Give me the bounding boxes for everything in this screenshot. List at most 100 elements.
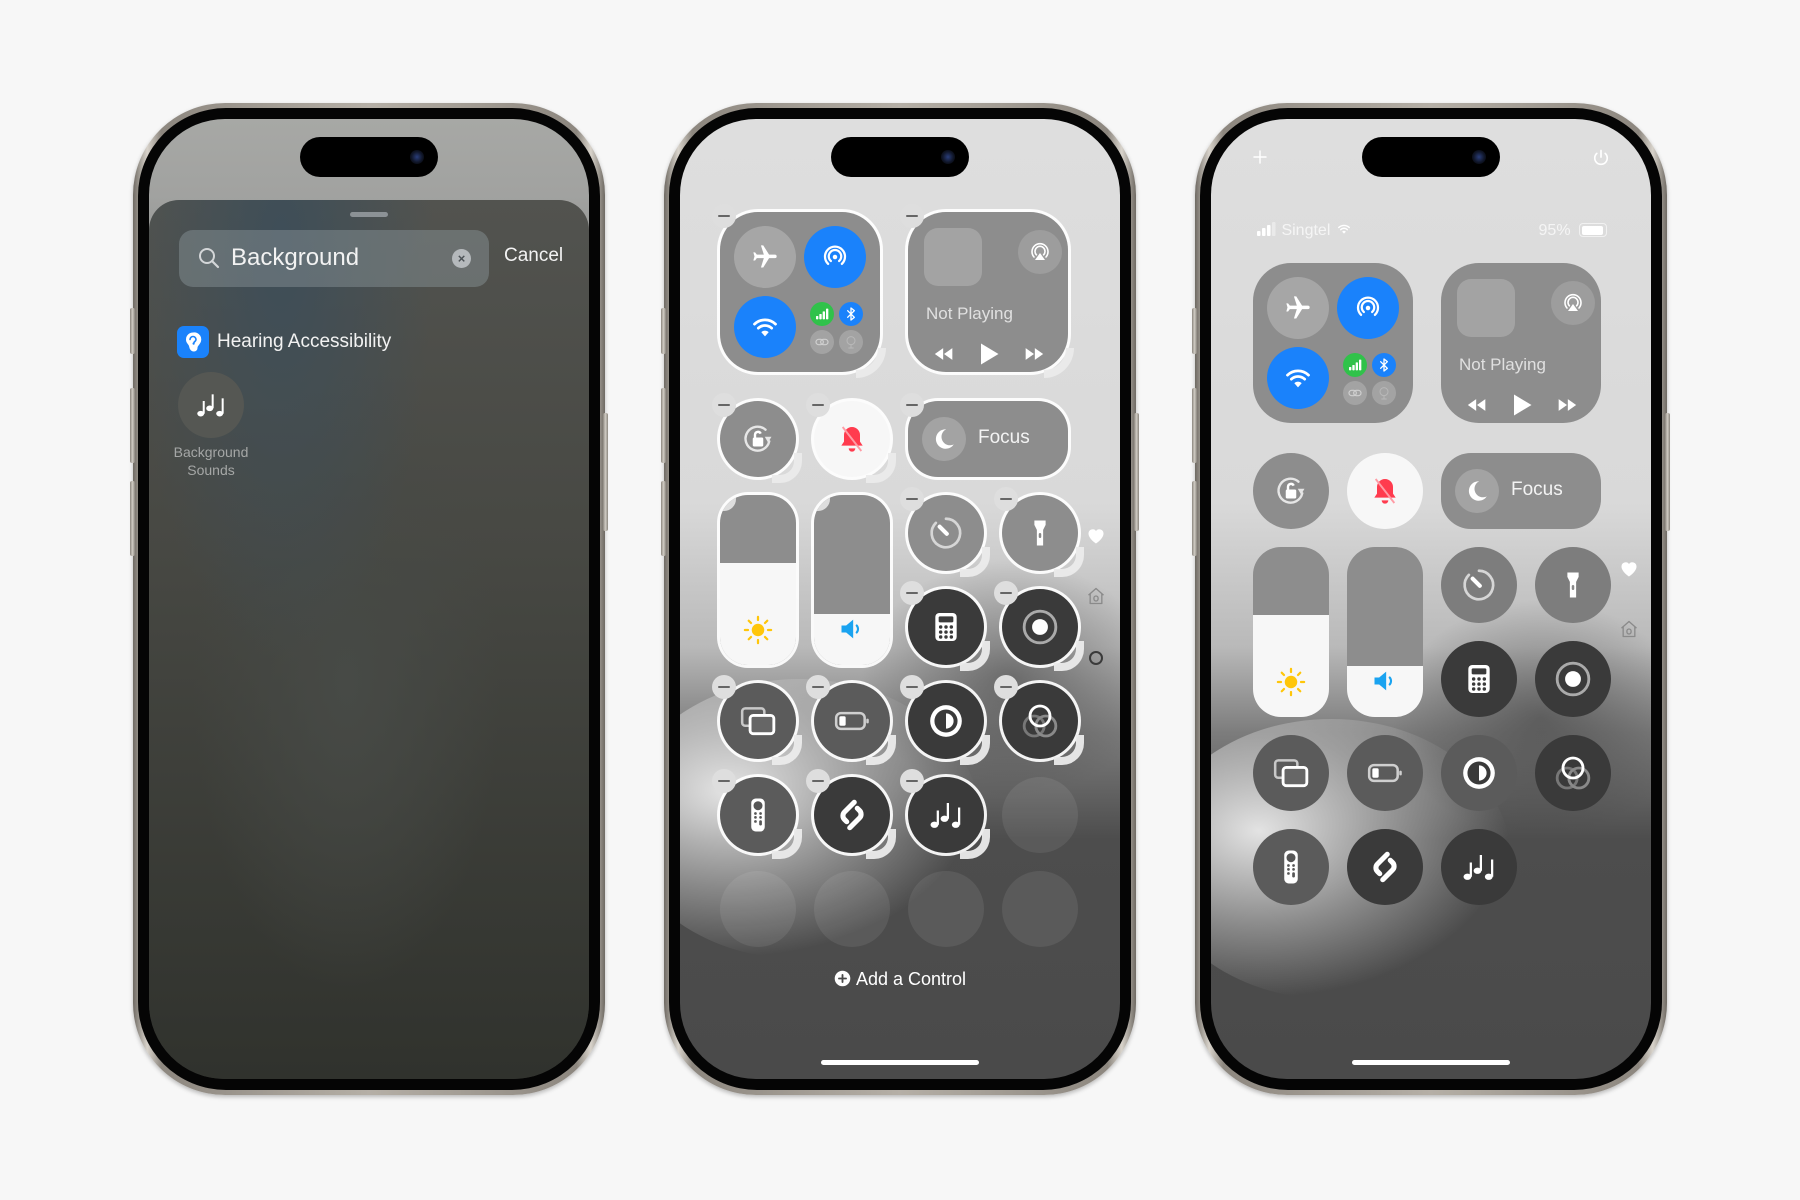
- home-icon[interactable]: [1086, 586, 1106, 606]
- control-color-filters[interactable]: [994, 675, 1084, 765]
- cellular-toggle[interactable]: [810, 302, 834, 326]
- control-dark-mode[interactable]: [1441, 735, 1517, 811]
- remove-control-button[interactable]: [900, 393, 924, 417]
- control-calculator[interactable]: [900, 581, 990, 671]
- resize-handle[interactable]: [960, 829, 990, 859]
- control-orientation-lock[interactable]: [1253, 453, 1329, 529]
- home-icon[interactable]: [1619, 619, 1639, 639]
- rewind-icon[interactable]: [930, 344, 958, 364]
- control-silent-mode[interactable]: [806, 393, 896, 483]
- airplane-mode-toggle[interactable]: [1267, 277, 1329, 339]
- control-shazam[interactable]: [806, 769, 896, 859]
- remove-control-button[interactable]: [994, 675, 1018, 699]
- control-background-sounds[interactable]: [900, 769, 990, 859]
- control-color-filters[interactable]: [1535, 735, 1611, 811]
- control-flashlight[interactable]: [1535, 547, 1611, 623]
- wifi-toggle[interactable]: [734, 296, 796, 358]
- page-dot-icon[interactable]: [1089, 651, 1103, 665]
- remove-control-button[interactable]: [900, 581, 924, 605]
- remove-control-button[interactable]: [900, 487, 924, 511]
- cancel-button[interactable]: Cancel: [504, 245, 563, 267]
- empty-slot[interactable]: [814, 871, 890, 947]
- airdrop-toggle[interactable]: [1337, 277, 1399, 339]
- control-focus[interactable]: Focus: [1441, 453, 1601, 529]
- control-flashlight[interactable]: [994, 487, 1084, 577]
- resize-handle[interactable]: [772, 453, 802, 483]
- remove-control-button[interactable]: [994, 487, 1018, 511]
- remove-control-button[interactable]: [712, 393, 736, 417]
- dynamic-island: [300, 137, 438, 177]
- control-result-background-sounds[interactable]: Background Sounds: [171, 372, 251, 479]
- remove-control-button[interactable]: [806, 393, 830, 417]
- resize-handle[interactable]: [1044, 348, 1074, 378]
- volume-slider[interactable]: [1347, 547, 1423, 717]
- control-screen-mirroring[interactable]: [1253, 735, 1329, 811]
- search-input[interactable]: Background: [231, 244, 359, 272]
- control-background-sounds[interactable]: [1441, 829, 1517, 905]
- control-screen-recording[interactable]: [994, 581, 1084, 671]
- control-screen-mirroring[interactable]: [712, 675, 802, 765]
- control-calculator[interactable]: [1441, 641, 1517, 717]
- volume-up-button: [130, 388, 135, 463]
- control-dark-mode[interactable]: [900, 675, 990, 765]
- empty-slot[interactable]: [720, 871, 796, 947]
- control-low-power[interactable]: [806, 675, 896, 765]
- control-screen-recording[interactable]: [1535, 641, 1611, 717]
- control-focus[interactable]: Focus: [900, 393, 1068, 477]
- add-control-button[interactable]: Add a Control: [680, 969, 1120, 990]
- remove-control-button[interactable]: [720, 495, 736, 511]
- remove-control-button[interactable]: [806, 675, 830, 699]
- control-timer[interactable]: [1441, 547, 1517, 623]
- remove-control-button[interactable]: [712, 204, 736, 228]
- bluetooth-toggle[interactable]: [1372, 353, 1396, 377]
- control-orientation-lock[interactable]: [712, 393, 802, 483]
- heart-icon[interactable]: [1619, 559, 1639, 579]
- remove-control-button[interactable]: [712, 769, 736, 793]
- airplay-button[interactable]: [1018, 230, 1062, 274]
- connectivity-module[interactable]: [712, 204, 886, 378]
- now-playing-module[interactable]: Not Playing: [1441, 263, 1601, 423]
- empty-slot[interactable]: [908, 871, 984, 947]
- empty-slot[interactable]: [1002, 871, 1078, 947]
- remove-control-button[interactable]: [806, 769, 830, 793]
- control-silent-mode[interactable]: [1347, 453, 1423, 529]
- now-playing-module[interactable]: Not Playing: [900, 204, 1074, 378]
- heart-icon[interactable]: [1086, 526, 1106, 546]
- brightness-slider[interactable]: [720, 495, 796, 665]
- hotspot-toggle[interactable]: [1343, 381, 1367, 405]
- hotspot-toggle[interactable]: [810, 330, 834, 354]
- play-icon[interactable]: [1507, 391, 1535, 419]
- control-low-power[interactable]: [1347, 735, 1423, 811]
- control-apple-tv-remote[interactable]: [712, 769, 802, 859]
- fast-forward-icon[interactable]: [1553, 395, 1581, 415]
- remove-control-button[interactable]: [994, 581, 1018, 605]
- airplay-button[interactable]: [1551, 281, 1595, 325]
- remove-control-button[interactable]: [900, 675, 924, 699]
- rewind-icon[interactable]: [1463, 395, 1491, 415]
- remove-control-button[interactable]: [814, 495, 830, 511]
- bluetooth-toggle[interactable]: [839, 302, 863, 326]
- play-icon[interactable]: [974, 340, 1002, 368]
- volume-slider[interactable]: [814, 495, 890, 665]
- remove-control-button[interactable]: [900, 204, 924, 228]
- brightness-slider[interactable]: [1253, 547, 1329, 717]
- vpn-toggle[interactable]: [1372, 381, 1396, 405]
- clear-search-button[interactable]: ×: [452, 249, 471, 268]
- remove-control-button[interactable]: [900, 769, 924, 793]
- airplane-mode-toggle[interactable]: [734, 226, 796, 288]
- cellular-toggle[interactable]: [1343, 353, 1367, 377]
- remove-control-button[interactable]: [712, 675, 736, 699]
- control-timer[interactable]: [900, 487, 990, 577]
- control-shazam[interactable]: [1347, 829, 1423, 905]
- sheet-grabber[interactable]: [350, 212, 388, 217]
- connectivity-module[interactable]: [1253, 263, 1413, 423]
- airdrop-toggle[interactable]: [804, 226, 866, 288]
- power-icon[interactable]: [1591, 148, 1611, 168]
- empty-slot[interactable]: [1002, 777, 1078, 853]
- search-field[interactable]: Background ×: [179, 230, 489, 287]
- resize-handle[interactable]: [856, 348, 886, 378]
- wifi-toggle[interactable]: [1267, 347, 1329, 409]
- add-plus-icon[interactable]: [1251, 148, 1269, 166]
- resize-handle[interactable]: [866, 453, 896, 483]
- control-apple-tv-remote[interactable]: [1253, 829, 1329, 905]
